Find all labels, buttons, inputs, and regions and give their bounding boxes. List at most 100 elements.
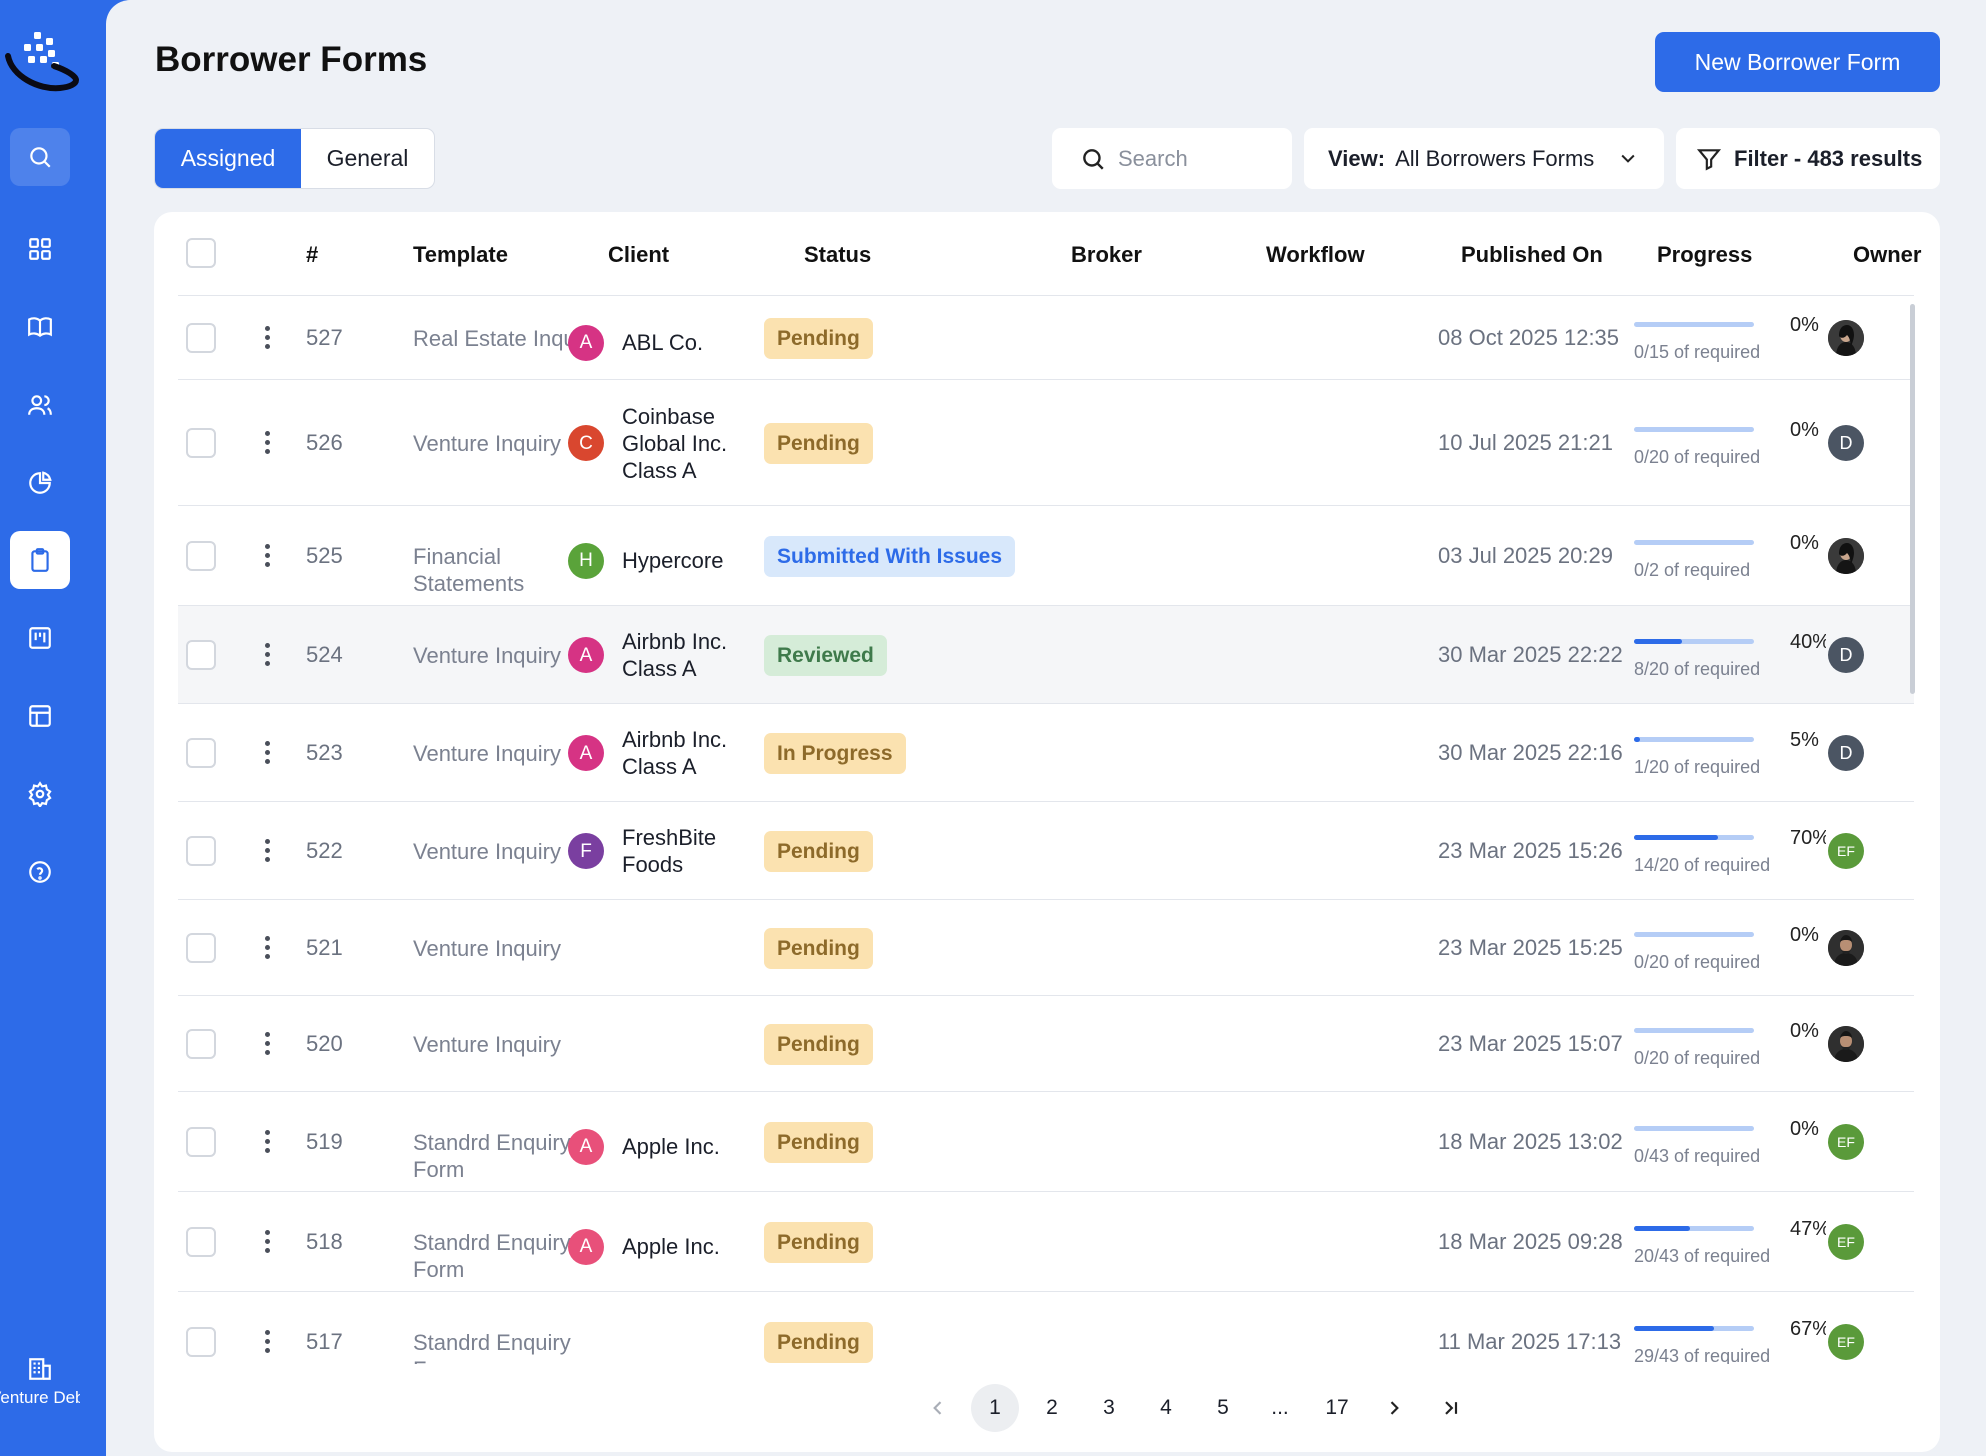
page-button[interactable]: 2 (1028, 1384, 1076, 1432)
owner-avatar[interactable]: EF (1828, 1324, 1864, 1360)
row-number: 521 (306, 935, 343, 960)
settings-nav[interactable] (10, 765, 70, 823)
column-broker[interactable]: Broker (1071, 242, 1142, 268)
tab-assigned[interactable]: Assigned (155, 129, 301, 188)
library-nav[interactable] (10, 298, 70, 356)
dashboard-nav[interactable] (10, 220, 70, 278)
table-nav[interactable] (10, 687, 70, 745)
more-options-icon[interactable] (262, 326, 272, 352)
column-published-on[interactable]: Published On (1461, 242, 1603, 268)
search-input[interactable] (1118, 145, 1278, 172)
owner-avatar[interactable]: D (1828, 637, 1864, 673)
row-client[interactable]: A Airbnb Inc. Class A (568, 628, 752, 682)
table-row[interactable]: 524 Venture Inquiry A Airbnb Inc. Class A Re… (178, 606, 1914, 704)
search-field[interactable] (1052, 128, 1292, 189)
forms-nav[interactable] (10, 531, 70, 589)
page-button[interactable]: 3 (1085, 1384, 1133, 1432)
users-nav[interactable] (10, 376, 70, 434)
more-options-icon[interactable] (262, 1330, 272, 1356)
page-button[interactable]: 4 (1142, 1384, 1190, 1432)
row-checkbox[interactable] (186, 1227, 216, 1257)
table-row[interactable]: 527 Real Estate Inquiry A ABL Co. Pending 08 … (178, 296, 1914, 380)
row-client[interactable]: F FreshBite Foods (568, 824, 752, 878)
table-row[interactable]: 521 Venture Inquiry Pending 23 Mar 2025 15:… (178, 900, 1914, 996)
more-options-icon[interactable] (262, 936, 272, 962)
table-row[interactable]: 526 Venture Inquiry C Coinbase Global Inc. … (178, 380, 1914, 506)
column-owner[interactable]: Owner (1853, 242, 1921, 268)
reports-nav[interactable] (10, 454, 70, 512)
table-row[interactable]: 518 Standrd Enquiry Form A Apple Inc. Pendin… (178, 1192, 1914, 1292)
scrollbar-thumb[interactable] (1910, 304, 1915, 694)
more-options-icon[interactable] (262, 1130, 272, 1156)
owner-avatar[interactable] (1828, 320, 1864, 356)
row-checkbox[interactable] (186, 640, 216, 670)
owner-avatar[interactable]: EF (1828, 833, 1864, 869)
more-options-icon[interactable] (262, 431, 272, 457)
owner-avatar[interactable] (1828, 538, 1864, 574)
more-options-icon[interactable] (262, 1230, 272, 1256)
filter-button[interactable]: Filter - 483 results (1676, 128, 1940, 189)
row-checkbox[interactable] (186, 836, 216, 866)
next-page-button[interactable] (1370, 1384, 1418, 1432)
workspace-switcher[interactable]: Venture Debt Demo (0, 1356, 80, 1410)
search-nav[interactable] (10, 128, 70, 186)
row-client[interactable]: A Apple Inc. (568, 1128, 752, 1165)
table-row[interactable]: 523 Venture Inquiry A Airbnb Inc. Class A In… (178, 704, 1914, 802)
row-client[interactable]: C Coinbase Global Inc. Class A (568, 403, 752, 484)
row-client[interactable]: A Apple Inc. (568, 1228, 752, 1265)
progress-percent: 0% (1790, 532, 1819, 554)
owner-avatar[interactable]: D (1828, 425, 1864, 461)
row-checkbox[interactable] (186, 541, 216, 571)
client-name: ABL Co. (622, 330, 704, 355)
row-checkbox[interactable] (186, 1127, 216, 1157)
column-progress[interactable]: Progress (1657, 242, 1752, 268)
more-options-icon[interactable] (262, 741, 272, 767)
help-nav[interactable] (10, 843, 70, 901)
row-checkbox[interactable] (186, 933, 216, 963)
table-row[interactable]: 520 Venture Inquiry Pending 23 Mar 2025 15:… (178, 996, 1914, 1092)
app-logo[interactable] (4, 30, 80, 94)
row-checkbox[interactable] (186, 1327, 216, 1357)
page-button[interactable]: 17 (1313, 1384, 1361, 1432)
row-client[interactable]: H Hypercore (568, 542, 752, 579)
table-row[interactable]: 517 Standrd Enquiry Form Pending 11 Mar 202… (178, 1292, 1914, 1364)
table-scrollbar[interactable] (1910, 296, 1916, 1364)
row-client[interactable]: A ABL Co. (568, 324, 752, 361)
page-button[interactable]: 5 (1199, 1384, 1247, 1432)
page-button[interactable]: 1 (971, 1384, 1019, 1432)
column-status[interactable]: Status (804, 242, 871, 268)
row-client[interactable]: A Airbnb Inc. Class A (568, 726, 752, 780)
more-options-icon[interactable] (262, 1032, 272, 1058)
board-nav[interactable] (10, 609, 70, 667)
row-number: 518 (306, 1229, 343, 1254)
column-number[interactable]: # (306, 242, 318, 268)
tab-group: Assigned General (154, 128, 435, 189)
row-checkbox[interactable] (186, 1029, 216, 1059)
more-options-icon[interactable] (262, 544, 272, 570)
table-row[interactable]: 525 Financial Statements H Hypercore Submitt… (178, 506, 1914, 606)
column-client[interactable]: Client (608, 242, 669, 268)
view-select[interactable]: View: All Borrowers Forms (1304, 128, 1664, 189)
more-options-icon[interactable] (262, 839, 272, 865)
status-badge: Pending (764, 318, 873, 359)
table-row[interactable]: 522 Venture Inquiry F FreshBite Foods Pendin… (178, 802, 1914, 900)
owner-avatar[interactable]: EF (1828, 1124, 1864, 1160)
column-workflow[interactable]: Workflow (1266, 242, 1365, 268)
row-checkbox[interactable] (186, 323, 216, 353)
select-all-checkbox[interactable] (186, 238, 216, 268)
row-checkbox[interactable] (186, 428, 216, 458)
column-template[interactable]: Template (413, 242, 508, 268)
owner-avatar[interactable]: EF (1828, 1224, 1864, 1260)
previous-page-button[interactable] (914, 1384, 962, 1432)
new-borrower-form-button[interactable]: New Borrower Form (1655, 32, 1940, 92)
more-options-icon[interactable] (262, 643, 272, 669)
last-page-button[interactable] (1427, 1384, 1475, 1432)
owner-avatar[interactable]: D (1828, 735, 1864, 771)
table-row[interactable]: 519 Standrd Enquiry Form A Apple Inc. Pendin… (178, 1092, 1914, 1192)
owner-avatar[interactable] (1828, 1026, 1864, 1062)
progress-bar (1634, 639, 1754, 644)
tab-general[interactable]: General (301, 129, 434, 188)
owner-avatar[interactable] (1828, 930, 1864, 966)
row-checkbox[interactable] (186, 738, 216, 768)
client-avatar: C (568, 425, 604, 461)
